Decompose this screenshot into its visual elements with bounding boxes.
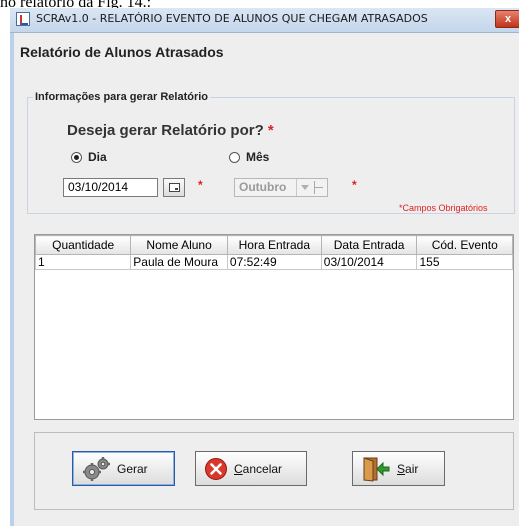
month-select-value: Outubro [239, 180, 287, 194]
late-students-table[interactable]: Quantidade Nome Aluno Hora Entrada Data … [34, 234, 514, 420]
gerar-button-label: Gerar [117, 461, 148, 476]
column-header-hora-entrada[interactable]: Hora Entrada [226, 235, 322, 255]
close-button[interactable]: x [495, 10, 519, 28]
cell-cod-evento: 155 [416, 254, 513, 270]
sair-button-label: Sair [397, 461, 419, 476]
group-legend: Informações para gerar Relatório [33, 91, 211, 103]
column-header-quantidade[interactable]: Quantidade [34, 235, 132, 255]
exit-door-icon [363, 456, 390, 482]
radio-mes[interactable]: Mês [229, 149, 269, 165]
calendar-icon [169, 183, 180, 192]
cancelar-button[interactable]: Cancelar [195, 451, 307, 486]
spinner-icon [314, 181, 325, 194]
calendar-button[interactable] [163, 178, 185, 197]
sair-button[interactable]: Sair [352, 451, 445, 486]
gears-icon [83, 456, 110, 481]
cell-data-entrada: 03/10/2014 [320, 254, 418, 270]
month-required-asterisk: * [352, 178, 357, 192]
gerar-button[interactable]: Gerar [72, 451, 175, 486]
page-title: Relatório de Alunos Atrasados [20, 44, 224, 60]
report-question: Deseja gerar Relatório por? * [67, 122, 274, 139]
java-app-icon [16, 12, 30, 26]
question-text: Deseja gerar Relatório por? [67, 122, 264, 139]
date-input[interactable]: 03/10/2014 [63, 178, 158, 197]
table-row[interactable]: 1 Paula de Moura 07:52:49 03/10/2014 155 [34, 254, 513, 270]
radio-dia-circle[interactable] [71, 151, 82, 163]
column-header-nome-aluno[interactable]: Nome Aluno [130, 235, 228, 255]
table-header-row: Quantidade Nome Aluno Hora Entrada Data … [34, 235, 513, 255]
chevron-down-icon [296, 179, 313, 196]
column-header-data-entrada[interactable]: Data Entrada [320, 235, 418, 255]
red-x-circle-icon [205, 457, 227, 480]
required-fields-note: *Campos Obrigatórios [399, 203, 488, 213]
cell-quantidade: 1 [34, 254, 132, 270]
radio-mes-label: Mês [246, 150, 270, 164]
window-title: SCRAv1.0 - RELATÓRIO EVENTO DE ALUNOS QU… [36, 12, 428, 25]
column-header-cod-evento[interactable]: Cód. Evento [416, 235, 513, 255]
cell-nome-aluno: Paula de Moura [130, 254, 228, 270]
radio-dia-label: Dia [88, 150, 107, 164]
cancelar-button-label: Cancelar [234, 461, 283, 476]
radio-mes-circle[interactable] [229, 151, 240, 163]
date-required-asterisk: * [198, 178, 203, 192]
radio-dia[interactable]: Dia [71, 149, 107, 165]
month-select: Outubro [234, 178, 328, 197]
results-table: Quantidade Nome Aluno Hora Entrada Data … [34, 235, 513, 270]
required-asterisk: * [267, 122, 274, 139]
title-bar[interactable]: SCRAv1.0 - RELATÓRIO EVENTO DE ALUNOS QU… [10, 8, 519, 33]
cell-hora-entrada: 07:52:49 [226, 254, 322, 270]
